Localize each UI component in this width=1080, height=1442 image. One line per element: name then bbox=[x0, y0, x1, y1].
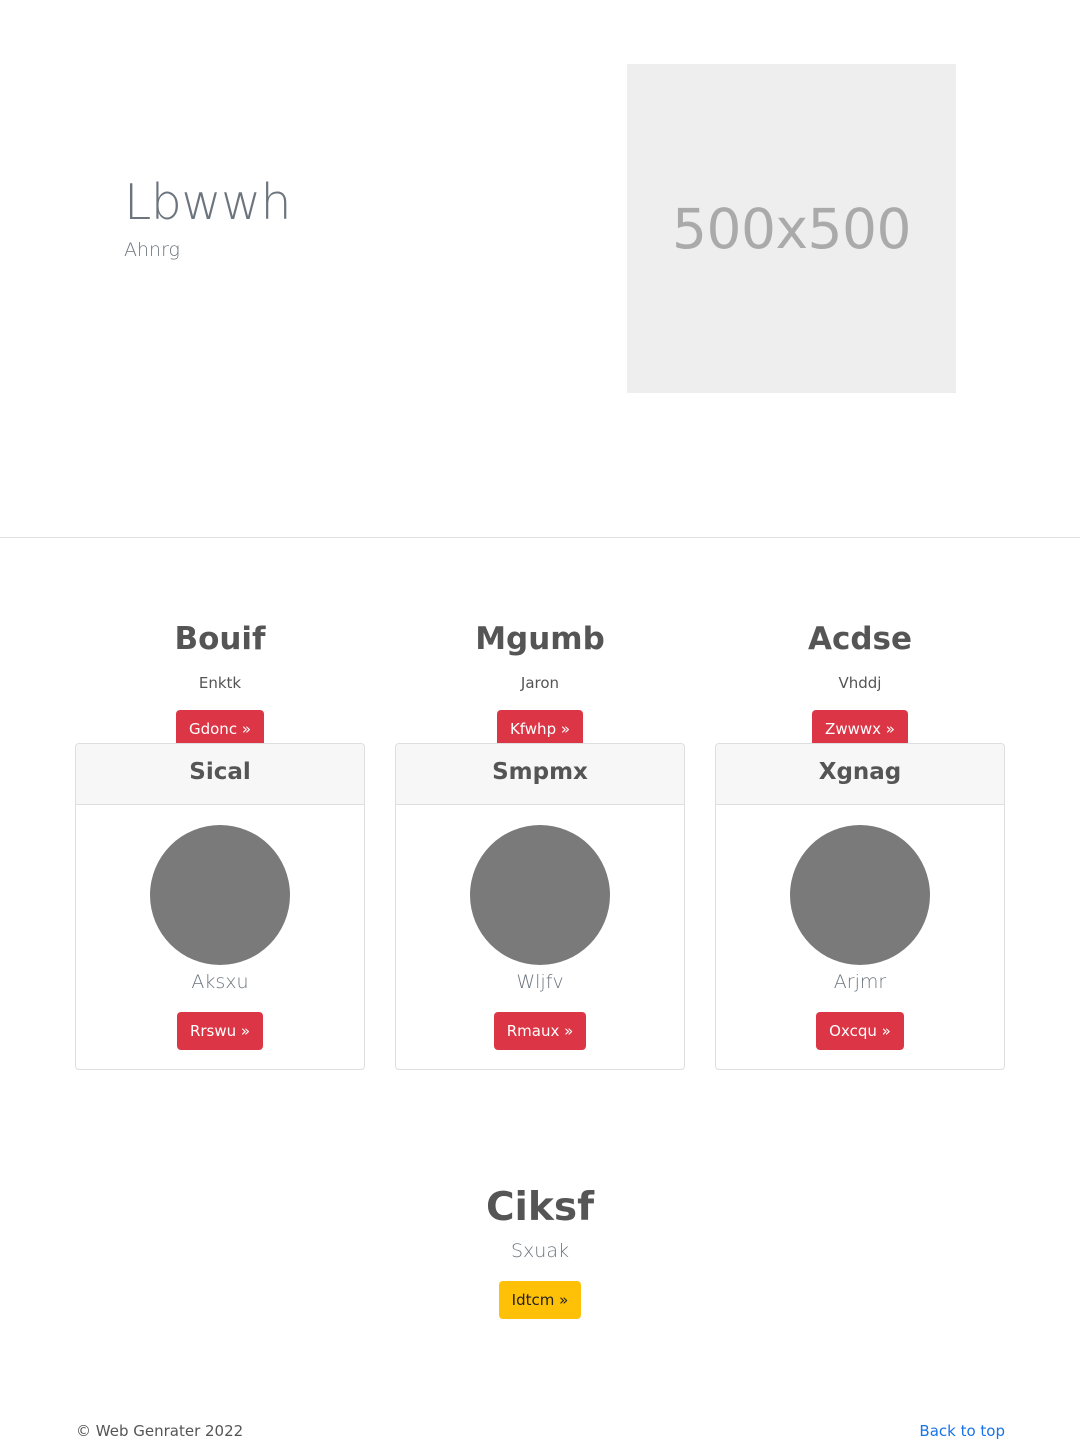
avatar bbox=[790, 825, 930, 965]
profile-card-3: Xgnag Arjmr Oxcqu » bbox=[715, 743, 1005, 1070]
card-title: Smpmx bbox=[492, 759, 588, 785]
feature-title: Mgumb bbox=[475, 621, 605, 657]
card-title: Xgnag bbox=[818, 759, 902, 785]
feature-column-3: Acdse Vhddj Zwwwx » bbox=[715, 619, 1005, 748]
card-header: Xgnag bbox=[716, 744, 1004, 805]
card-caption: Aksxu bbox=[191, 971, 249, 993]
avatar bbox=[470, 825, 610, 965]
card-body: Wljfv Rmaux » bbox=[396, 805, 684, 1050]
feature-column-2: Mgumb Jaron Kfwhp » bbox=[395, 619, 685, 748]
hero-subtitle: Ahnrg bbox=[124, 239, 180, 261]
hero-title: Lbwwh bbox=[124, 174, 292, 231]
feature-text: Vhddj bbox=[838, 674, 882, 692]
section-divider bbox=[0, 537, 1080, 538]
feature-title: Bouif bbox=[174, 621, 266, 657]
hero-section: Lbwwh Ahnrg 500x500 bbox=[0, 0, 1080, 537]
cta-button[interactable]: Idtcm » bbox=[498, 1281, 582, 1319]
profile-card-1: Sical Aksxu Rrswu » bbox=[75, 743, 365, 1070]
card-button[interactable]: Rmaux » bbox=[493, 1012, 587, 1050]
back-to-top-link[interactable]: Back to top bbox=[919, 1421, 1005, 1441]
card-caption: Arjmr bbox=[833, 971, 887, 993]
card-button[interactable]: Oxcqu » bbox=[816, 1012, 904, 1050]
profile-card-2: Smpmx Wljfv Rmaux » bbox=[395, 743, 685, 1070]
feature-title: Acdse bbox=[807, 621, 913, 657]
card-caption: Wljfv bbox=[516, 971, 564, 993]
card-header: Sical bbox=[76, 744, 364, 805]
hero-image-placeholder: 500x500 bbox=[627, 64, 956, 393]
card-title: Sical bbox=[189, 759, 251, 785]
feature-column-1: Bouif Enktk Gdonc » bbox=[75, 619, 365, 748]
feature-text: Jaron bbox=[520, 674, 560, 692]
card-body: Aksxu Rrswu » bbox=[76, 805, 364, 1050]
cta-section: Ciksf Sxuak Idtcm » bbox=[0, 1183, 1080, 1319]
cta-subtitle: Sxuak bbox=[511, 1240, 569, 1262]
card-header: Smpmx bbox=[396, 744, 684, 805]
feature-text: Enktk bbox=[198, 674, 242, 692]
avatar bbox=[150, 825, 290, 965]
card-body: Arjmr Oxcqu » bbox=[716, 805, 1004, 1050]
hero-image-label: 500x500 bbox=[671, 196, 912, 261]
card-button[interactable]: Rrswu » bbox=[176, 1012, 264, 1050]
cta-title: Ciksf bbox=[485, 1185, 595, 1230]
footer-copyright: © Web Genrater 2022 bbox=[76, 1422, 244, 1440]
